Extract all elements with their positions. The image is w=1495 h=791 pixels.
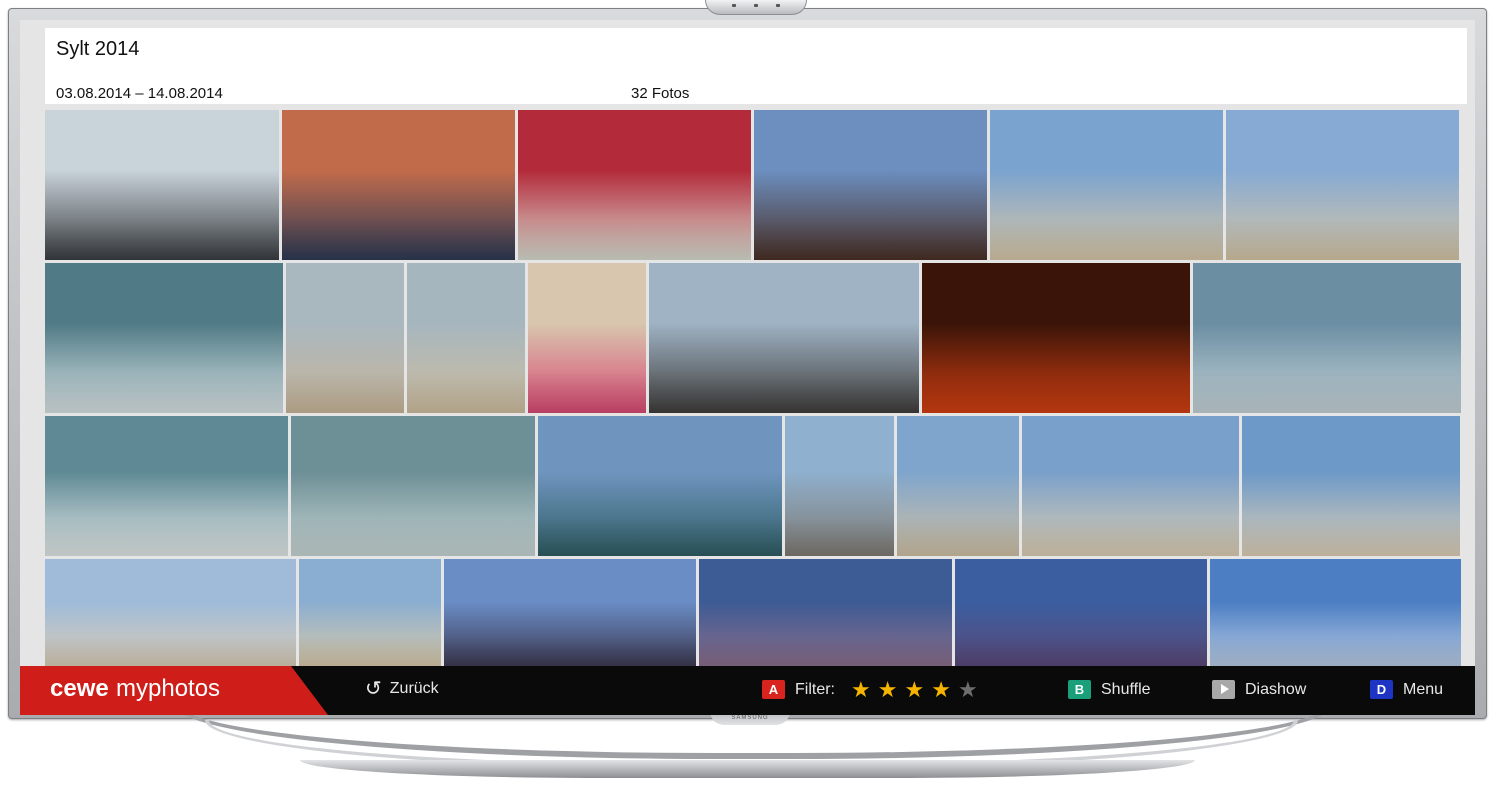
photo-couple-on-red-sofa[interactable]	[518, 110, 751, 260]
green-b-key: B	[1068, 680, 1091, 699]
cewe-myphotos-logo: cewe myphotos	[20, 666, 328, 715]
photo-seagull-in-sky[interactable]	[1210, 559, 1461, 666]
album-dates: 03.08.2014 – 14.08.2014	[56, 85, 223, 102]
photo-sunset-red-clouds[interactable]	[922, 263, 1190, 413]
red-a-key: A	[762, 680, 785, 699]
tv-screen: Sylt 2014 03.08.2014 – 14.08.2014 32 Fot…	[20, 20, 1475, 715]
star-icon[interactable]: ★	[931, 678, 951, 700]
filter-control[interactable]: A Filter: ★ ★ ★ ★ ★	[762, 678, 978, 700]
slideshow-control[interactable]: Diashow	[1212, 680, 1306, 699]
star-icon[interactable]: ★	[958, 678, 978, 700]
photo-beach-camp[interactable]	[45, 559, 296, 666]
menu-control[interactable]: D Menu	[1370, 680, 1443, 699]
photo-selfie-at-sunset[interactable]	[444, 559, 696, 666]
remote-control-bar: cewe myphotos ↻ Zurück A Filter: ★ ★ ★ ★ ★ B…	[20, 666, 1475, 715]
play-key-icon	[1212, 680, 1235, 699]
photo-surfer-carrying-board[interactable]	[785, 416, 894, 556]
back-arrow-icon: ↻	[365, 678, 382, 700]
photo-row	[45, 110, 1459, 260]
photo-beach-volleyball-players[interactable]	[990, 110, 1223, 260]
menu-label: Menu	[1403, 680, 1444, 698]
back-button[interactable]: ↻ Zurück	[365, 678, 439, 700]
photo-surfer-with-board-2[interactable]	[407, 263, 525, 413]
star-icon[interactable]: ★	[904, 678, 924, 700]
shuffle-label: Shuffle	[1101, 680, 1151, 698]
photo-two-men-at-table[interactable]	[282, 110, 515, 260]
photo-row	[45, 416, 1460, 556]
photo-surfer-riding-wave[interactable]	[45, 416, 288, 556]
photo-count: 32 Fotos	[631, 85, 690, 102]
photo-surfer-paddling[interactable]	[291, 416, 535, 556]
photo-surfers-in-sea[interactable]	[538, 416, 782, 556]
photo-beach-volleyball-serve[interactable]	[1226, 110, 1459, 260]
photo-row	[45, 559, 1461, 666]
photo-beach-volleyball-court[interactable]	[1242, 416, 1460, 556]
star-icon[interactable]: ★	[851, 678, 871, 700]
shuffle-control[interactable]: B Shuffle	[1068, 680, 1151, 699]
star-rating[interactable]: ★ ★ ★ ★ ★	[851, 678, 978, 700]
photo-woman-sitting-sunglasses[interactable]	[528, 263, 646, 413]
tv-stand-base	[300, 760, 1195, 778]
photo-beach-restaurant-dusk[interactable]	[754, 110, 987, 260]
photo-windsurf-boards-dusk[interactable]	[699, 559, 952, 666]
photo-volleyball-net-players[interactable]	[299, 559, 441, 666]
photo-windsurf-boards-evening[interactable]	[955, 559, 1207, 666]
tv-top-notch	[705, 0, 807, 15]
photo-row	[45, 263, 1461, 413]
album-title: Sylt 2014	[56, 38, 140, 60]
star-icon[interactable]: ★	[878, 678, 898, 700]
filter-label: Filter:	[795, 680, 835, 698]
blue-d-key: D	[1370, 680, 1393, 699]
photo-surfer-with-board-1[interactable]	[286, 263, 404, 413]
photo-surfer-on-board[interactable]	[1193, 263, 1461, 413]
album-header: Sylt 2014 03.08.2014 – 14.08.2014 32 Fot…	[45, 28, 1467, 104]
photo-grid	[45, 110, 1467, 666]
photo-car-mirror-sea[interactable]	[45, 110, 279, 260]
photo-group-of-surfers[interactable]	[649, 263, 919, 413]
photo-beach-volleyball-game[interactable]	[1022, 416, 1239, 556]
slideshow-label: Diashow	[1245, 680, 1307, 698]
photo-volleyball-player-net[interactable]	[897, 416, 1019, 556]
logo-word-cewe: cewe	[50, 675, 109, 702]
photo-surfer-in-waves[interactable]	[45, 263, 283, 413]
back-label: Zurück	[389, 680, 439, 697]
logo-word-myphotos: myphotos	[116, 675, 221, 702]
